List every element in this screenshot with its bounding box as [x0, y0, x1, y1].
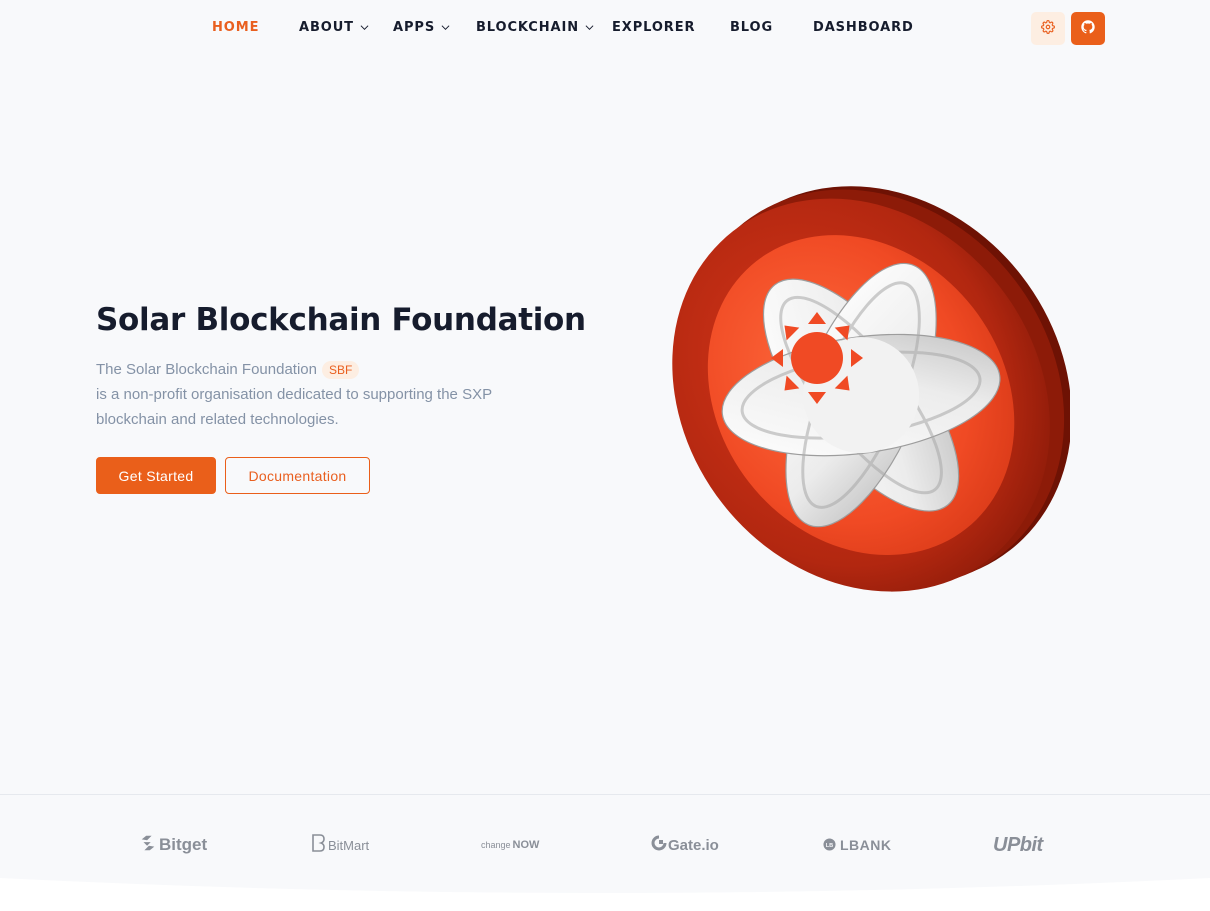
hero-description: The Solar Blockchain Foundation SBF is a… — [96, 357, 546, 432]
partner-name: NOW — [512, 839, 540, 851]
partner-upbit[interactable]: UPbit — [993, 833, 1043, 856]
bitmart-logo-icon — [311, 834, 325, 856]
partner-name: Gate.io — [668, 836, 719, 854]
gear-icon — [1041, 19, 1055, 38]
nav-item-home[interactable]: HOME — [212, 20, 259, 35]
chevron-down-icon — [585, 23, 594, 32]
nav-item-about[interactable]: ABOUT — [299, 20, 369, 35]
partner-name: BitMart — [328, 837, 370, 853]
partner-changenow[interactable]: change NOW — [481, 835, 539, 855]
github-icon — [1081, 19, 1095, 38]
partner-name-prefix: change — [481, 840, 511, 850]
chevron-down-icon — [360, 23, 369, 32]
bottom-wave-divider — [0, 878, 1210, 911]
nav-item-label: HOME — [212, 20, 260, 35]
chevron-down-icon — [441, 23, 450, 32]
nav-item-label: BLOG — [730, 20, 774, 35]
nav-item-label: DASHBOARD — [813, 20, 914, 35]
hero-description-line3: blockchain and related technologies. — [96, 411, 339, 428]
hero-title: Solar Blockchain Foundation — [96, 302, 586, 338]
github-button[interactable] — [1071, 12, 1105, 45]
bitget-logo-icon — [139, 834, 157, 856]
nav-item-label: EXPLORER — [612, 20, 696, 35]
gateio-logo-icon — [651, 835, 667, 855]
svg-text:LB: LB — [826, 842, 833, 848]
nav-item-blockchain[interactable]: BLOCKCHAIN — [476, 20, 594, 35]
nav-item-label: APPS — [393, 20, 436, 35]
get-started-button[interactable]: Get Started — [96, 457, 216, 494]
settings-button[interactable] — [1031, 12, 1065, 45]
partner-lbank[interactable]: LB LBANK — [823, 835, 892, 855]
solar-coin-illustration — [650, 170, 1072, 615]
partner-gateio[interactable]: Gate.io — [651, 835, 719, 855]
documentation-button[interactable]: Documentation — [225, 457, 370, 494]
lbank-logo-icon: LB — [823, 836, 836, 855]
hero-description-line2: is a non-profit organisation dedicated t… — [96, 386, 493, 403]
partner-name: LBANK — [840, 837, 892, 853]
navbar: HOME ABOUT APPS BLOCKCHAIN EXPLORER BLOG — [0, 0, 1210, 56]
nav-item-apps[interactable]: APPS — [393, 20, 450, 35]
nav-item-blog[interactable]: BLOG — [730, 20, 773, 35]
partner-bitget[interactable]: Bitget — [139, 835, 207, 855]
nav-item-explorer[interactable]: EXPLORER — [612, 20, 695, 35]
partner-bitmart[interactable]: BitMart — [311, 834, 370, 856]
hero-description-prefix: The Solar Blockchain Foundation — [96, 361, 317, 378]
partner-name: Bitget — [159, 835, 208, 854]
sbf-badge: SBF — [321, 360, 360, 379]
nav-item-label: ABOUT — [299, 20, 354, 35]
nav-item-dashboard[interactable]: DASHBOARD — [813, 20, 914, 35]
nav-item-label: BLOCKCHAIN — [476, 20, 580, 35]
hero-description-line1: The Solar Blockchain Foundation SBF — [96, 357, 546, 382]
partner-name: UPbit — [993, 833, 1043, 856]
